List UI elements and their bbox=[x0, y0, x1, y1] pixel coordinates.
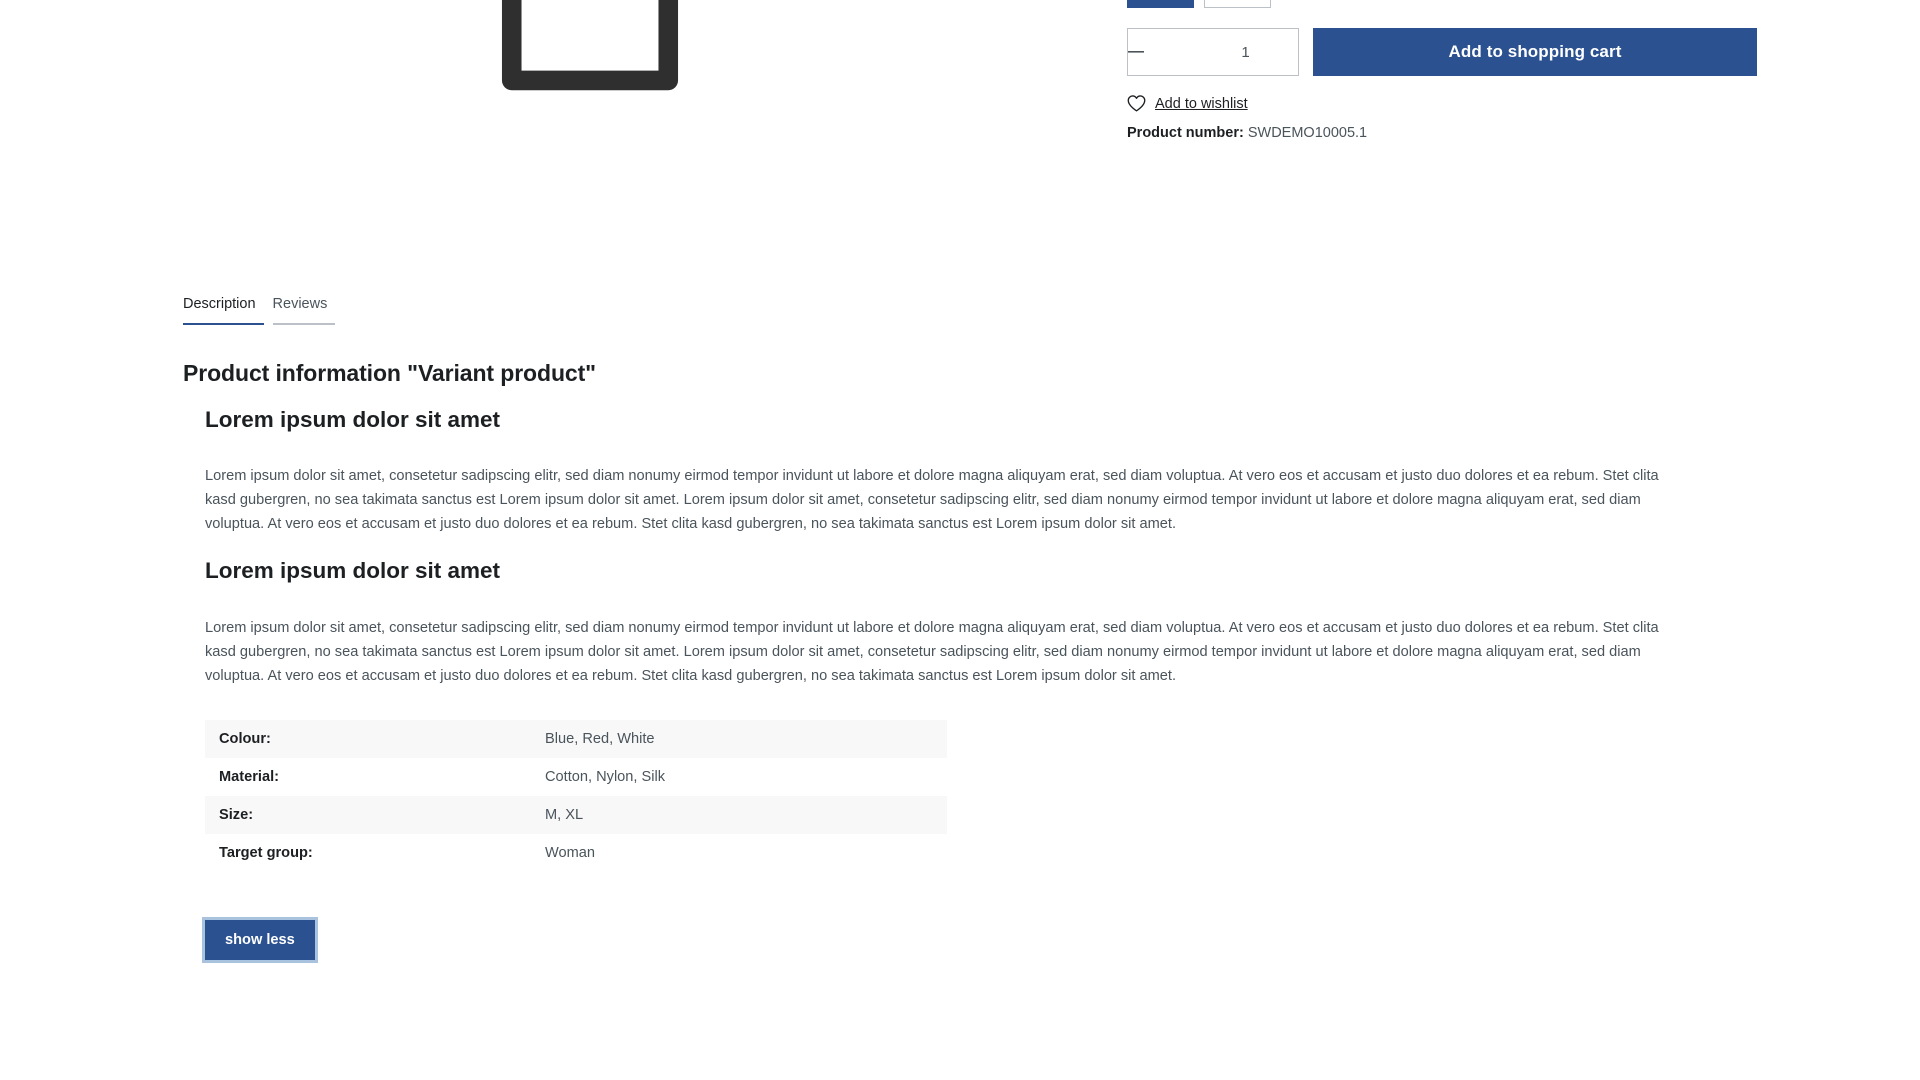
tab-reviews[interactable]: Reviews bbox=[272, 296, 336, 325]
minus-icon bbox=[1128, 51, 1144, 53]
tab-description[interactable]: Description bbox=[183, 296, 264, 325]
show-less-button[interactable]: show less bbox=[202, 916, 318, 963]
product-gallery bbox=[150, 0, 1030, 120]
product-number: Product number: SWDEMO10005.1 bbox=[1127, 125, 1757, 141]
description-paragraph-2: Lorem ipsum dolor sit amet, consetetur s… bbox=[205, 619, 1659, 684]
add-to-wishlist-label[interactable]: Add to wishlist bbox=[1155, 96, 1248, 112]
table-row: Target group: Woman bbox=[205, 833, 947, 872]
heart-icon bbox=[1127, 95, 1146, 112]
product-detail-page: Add to shopping cart Add to wishlist Pro… bbox=[0, 0, 1920, 1080]
variant-option-1[interactable] bbox=[1127, 0, 1194, 8]
variant-options bbox=[1127, 0, 1757, 8]
property-label: Material: bbox=[219, 768, 280, 785]
variant-option-2[interactable] bbox=[1204, 0, 1271, 8]
description-body: Lorem ipsum dolor sit amet Lorem ipsum d… bbox=[183, 405, 1703, 963]
description-heading-1: Lorem ipsum dolor sit amet bbox=[205, 407, 501, 432]
property-label: Size: bbox=[219, 806, 254, 823]
quantity-stepper[interactable] bbox=[1127, 28, 1363, 76]
show-less-wrap: show less bbox=[202, 916, 1703, 963]
table-row: Material: Cotton, Nylon, Silk bbox=[205, 757, 947, 796]
property-value: Cotton, Nylon, Silk bbox=[545, 768, 666, 785]
property-label: Colour: bbox=[219, 730, 271, 747]
product-number-label: Product number: bbox=[1127, 125, 1244, 141]
property-value: Woman bbox=[545, 844, 596, 861]
buy-widget: Add to shopping cart Add to wishlist Pro… bbox=[1127, 0, 1757, 141]
add-to-wishlist[interactable]: Add to wishlist bbox=[1127, 94, 1757, 113]
page-title: Product information "Variant product" bbox=[183, 360, 596, 386]
property-label: Target group: bbox=[219, 844, 313, 861]
description-panel: Product information "Variant product" Lo… bbox=[183, 360, 1703, 963]
tshirt-placeholder-icon bbox=[501, 0, 679, 91]
property-value: Blue, Red, White bbox=[545, 730, 655, 747]
property-value: M, XL bbox=[545, 806, 584, 823]
cart-row: Add to shopping cart bbox=[1127, 28, 1757, 76]
properties-table: Colour: Blue, Red, White Material: Cotto… bbox=[205, 719, 947, 872]
quantity-decrease-button[interactable] bbox=[1128, 29, 1144, 75]
product-number-value: SWDEMO10005.1 bbox=[1247, 125, 1368, 141]
add-to-cart-button[interactable]: Add to shopping cart bbox=[1313, 28, 1757, 76]
description-paragraph-1: Lorem ipsum dolor sit amet, consetetur s… bbox=[205, 468, 1659, 533]
table-row: Size: M, XL bbox=[205, 795, 947, 834]
product-tabs: Description Reviews bbox=[183, 296, 344, 325]
table-row: Colour: Blue, Red, White bbox=[205, 719, 947, 758]
description-heading-2: Lorem ipsum dolor sit amet bbox=[205, 558, 501, 584]
